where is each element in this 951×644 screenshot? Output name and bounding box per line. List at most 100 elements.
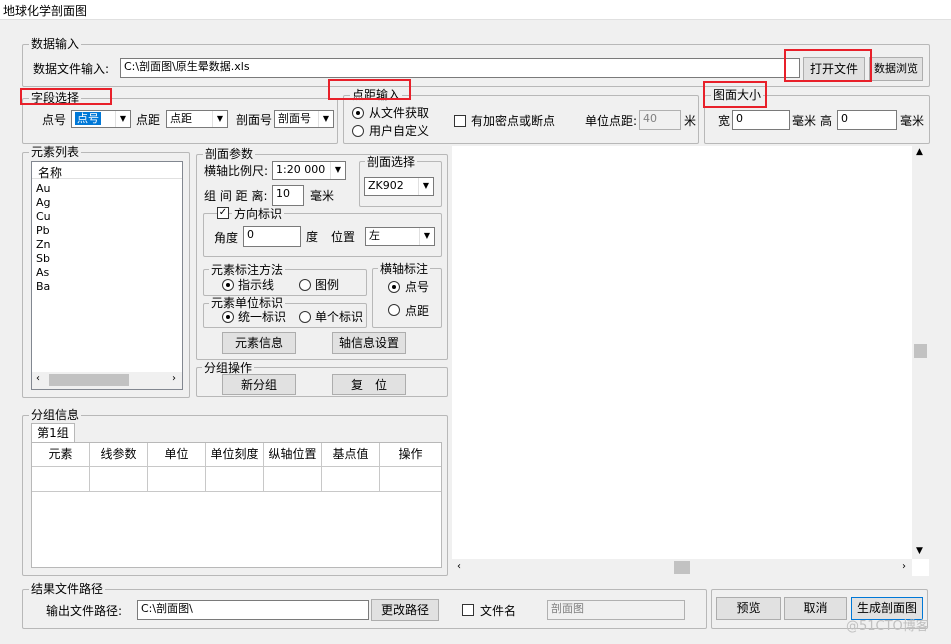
- section-select-value: ZK902: [368, 179, 404, 192]
- distance-label: 点距: [136, 113, 161, 127]
- chevron-down-icon: ▼: [115, 111, 130, 127]
- gap-field[interactable]: 10: [272, 185, 304, 206]
- list-item[interactable]: As: [36, 266, 49, 280]
- watermark: @51CTO博客: [846, 619, 929, 634]
- group-ops-title: 分组操作: [202, 361, 255, 375]
- list-item[interactable]: Pb: [36, 224, 50, 238]
- axis-distance-radio[interactable]: [388, 304, 400, 316]
- table-header: 单位刻度: [206, 443, 264, 467]
- new-group-button[interactable]: 新分组: [222, 374, 296, 395]
- point-label: 点号: [42, 113, 67, 127]
- section-combo[interactable]: 剖面号 ▼: [274, 110, 334, 128]
- highlight-spacing: [328, 79, 411, 100]
- point-combo-value: 点号: [75, 112, 101, 125]
- table-header: 元素: [32, 443, 90, 467]
- axis-point-radio[interactable]: [388, 281, 400, 293]
- preview-vscrollbar[interactable]: ▲ ▼: [912, 146, 929, 559]
- list-item[interactable]: Ag: [36, 196, 51, 210]
- element-info-button[interactable]: 元素信息: [222, 332, 296, 354]
- preview-canvas[interactable]: ▲ ▼ ‹ ›: [452, 146, 929, 576]
- scroll-thumb[interactable]: [49, 374, 129, 386]
- annot-leader-radio[interactable]: [222, 279, 234, 291]
- browse-data-button[interactable]: 数据浏览: [869, 57, 923, 81]
- chevron-down-icon: ▼: [318, 111, 333, 127]
- height-field[interactable]: 0: [837, 110, 897, 130]
- axis-distance-label: 点距: [405, 304, 430, 318]
- angle-field[interactable]: 0: [243, 226, 301, 247]
- scroll-down-icon[interactable]: ▼: [916, 546, 923, 556]
- scroll-up-icon[interactable]: ▲: [916, 147, 923, 157]
- chevron-down-icon: ▼: [212, 111, 227, 127]
- generate-button[interactable]: 生成剖面图: [851, 597, 923, 620]
- v-scroll-thumb[interactable]: [914, 344, 927, 358]
- list-item[interactable]: Au: [36, 182, 51, 196]
- unit-spacing-field[interactable]: 40: [639, 110, 681, 130]
- annot-leader-label: 指示线: [238, 278, 275, 292]
- reset-button[interactable]: 复 位: [332, 374, 406, 395]
- scale-combo[interactable]: 1:20 000 ▼: [272, 161, 346, 180]
- table-cell[interactable]: [32, 467, 90, 492]
- scroll-right-icon[interactable]: ›: [172, 373, 176, 384]
- list-item[interactable]: Cu: [36, 210, 51, 224]
- h-scroll-thumb[interactable]: [674, 561, 690, 574]
- scroll-left-icon[interactable]: ‹: [457, 561, 461, 572]
- table-cell[interactable]: [264, 467, 322, 492]
- tab-group-1-label: 第1组: [37, 426, 69, 440]
- width-label: 宽: [718, 114, 731, 128]
- list-item[interactable]: Zn: [36, 238, 51, 252]
- axis-point-label: 点号: [405, 280, 430, 294]
- change-path-button[interactable]: 更改路径: [371, 599, 439, 621]
- file-path-field[interactable]: C:\剖面图\原生晕数据.xls: [120, 58, 800, 78]
- axis-annot-group: [372, 268, 442, 328]
- direction-checkbox[interactable]: ✓: [217, 207, 229, 219]
- output-path-field[interactable]: C:\剖面图\: [137, 600, 369, 620]
- distance-combo[interactable]: 点距 ▼: [166, 110, 228, 128]
- table-cell[interactable]: [206, 467, 264, 492]
- point-combo[interactable]: 点号 ▼: [71, 110, 131, 128]
- scroll-right-icon[interactable]: ›: [902, 561, 906, 572]
- tab-group-1[interactable]: 第1组: [31, 423, 75, 443]
- group-table: 元素 线参数 单位 单位刻度 纵轴位置 基点值 操作: [31, 442, 442, 568]
- axis-info-button[interactable]: 轴信息设置: [332, 332, 406, 354]
- table-cell[interactable]: [90, 467, 148, 492]
- gap-label: 组 间 距 离:: [204, 189, 268, 203]
- table-header: 单位: [148, 443, 206, 467]
- table-cell[interactable]: [380, 467, 441, 492]
- scroll-left-icon[interactable]: ‹: [36, 373, 40, 384]
- width-unit: 毫米: [792, 114, 817, 128]
- annot-legend-label: 图例: [315, 278, 340, 292]
- group-info-title: 分组信息: [29, 408, 82, 422]
- from-file-radio[interactable]: [352, 107, 364, 119]
- preview-button[interactable]: 预览: [716, 597, 781, 620]
- unit-single-radio[interactable]: [299, 311, 311, 323]
- unit-single-label: 单个标识: [315, 310, 364, 324]
- file-label: 数据文件输入:: [33, 62, 110, 76]
- result-path-title: 结果文件路径: [29, 582, 106, 596]
- filename-field[interactable]: 剖面图: [547, 600, 685, 620]
- width-field[interactable]: 0: [732, 110, 790, 130]
- list-item[interactable]: Ba: [36, 280, 50, 294]
- unit-spacing-suffix: 米: [684, 114, 697, 128]
- user-defined-radio[interactable]: [352, 125, 364, 137]
- filename-checkbox[interactable]: [462, 604, 474, 616]
- angle-unit: 度: [306, 230, 319, 244]
- output-label: 输出文件路径:: [46, 604, 123, 618]
- annot-method-title: 元素标注方法: [209, 263, 286, 277]
- section-select-combo[interactable]: ZK902 ▼: [364, 177, 434, 196]
- unit-unified-label: 统一标识: [238, 310, 287, 324]
- preview-hscrollbar[interactable]: ‹ ›: [452, 559, 912, 576]
- densify-checkbox[interactable]: [454, 115, 466, 127]
- window-title: 地球化学剖面图: [3, 4, 88, 18]
- cancel-button[interactable]: 取消: [784, 597, 847, 620]
- unit-unified-radio[interactable]: [222, 311, 234, 323]
- table-cell[interactable]: [148, 467, 206, 492]
- list-item[interactable]: Sb: [36, 252, 50, 266]
- annot-legend-radio[interactable]: [299, 279, 311, 291]
- distance-combo-value: 点距: [170, 112, 192, 125]
- element-listbox[interactable]: 名称 Au Ag Cu Pb Zn Sb As Ba ‹ ›: [31, 161, 183, 390]
- table-header: 纵轴位置: [264, 443, 322, 467]
- position-combo[interactable]: 左 ▼: [365, 227, 435, 246]
- data-input-title: 数据输入: [29, 37, 82, 51]
- table-cell[interactable]: [322, 467, 380, 492]
- list-hscrollbar[interactable]: ‹ ›: [32, 372, 182, 389]
